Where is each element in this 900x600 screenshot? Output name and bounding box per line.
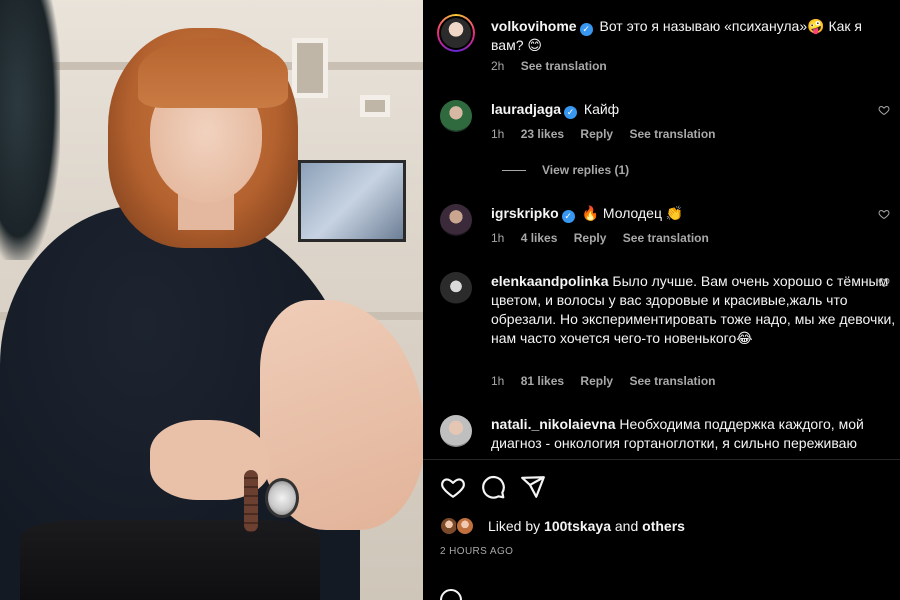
comments-panel: volkovihome ✓ Вот это я называю «психанул… xyxy=(423,0,900,600)
comment-username[interactable]: natali._nikolaievna xyxy=(491,416,616,432)
caption-username[interactable]: volkovihome xyxy=(491,18,577,34)
see-translation-link[interactable]: See translation xyxy=(629,374,715,388)
post-timestamp: 2 HOURS AGO xyxy=(440,546,514,557)
background-plant xyxy=(0,0,60,260)
comment-likes[interactable]: 81 likes xyxy=(521,374,564,388)
comment-likes[interactable]: 23 likes xyxy=(521,127,564,141)
comment-likes[interactable]: 4 likes xyxy=(521,231,558,245)
heart-outline-icon[interactable] xyxy=(440,474,466,500)
liker-avatars xyxy=(440,515,482,537)
bead-bracelet xyxy=(244,470,258,532)
paper-plane-icon[interactable] xyxy=(520,474,546,500)
comment-like-heart-icon[interactable] xyxy=(878,208,890,220)
verified-badge-icon: ✓ xyxy=(564,106,578,119)
reply-button[interactable]: Reply xyxy=(580,374,613,388)
view-replies-button[interactable]: View replies (1) xyxy=(502,163,629,177)
reply-button[interactable]: Reply xyxy=(574,231,607,245)
comment-text: 🔥 Молодец 👏 xyxy=(581,205,684,221)
commenter-avatar[interactable] xyxy=(440,204,472,236)
instagram-post-view: volkovihome ✓ Вот это я называю «психанул… xyxy=(0,0,900,600)
caption-time: 2h xyxy=(491,59,505,73)
liked-by-user[interactable]: 100tskaya xyxy=(544,518,611,534)
comment-text: Кайф xyxy=(583,101,620,117)
reply-button[interactable]: Reply xyxy=(580,127,613,141)
picture-frame xyxy=(360,95,390,117)
background-screen xyxy=(298,160,406,242)
replies-line xyxy=(502,170,526,172)
comment-like-heart-icon[interactable] xyxy=(878,104,890,116)
comment-like-heart-icon[interactable] xyxy=(878,276,890,288)
liker-avatar xyxy=(456,517,474,535)
comment-username[interactable]: elenkaandpolinka xyxy=(491,273,608,289)
liked-by-prefix: Liked by xyxy=(488,518,541,534)
comment-time: 1h xyxy=(491,374,505,388)
verified-badge-icon: ✓ xyxy=(561,210,575,223)
leather-pants xyxy=(20,520,320,600)
commenter-avatar[interactable] xyxy=(440,272,472,304)
author-avatar[interactable] xyxy=(437,14,475,52)
comment-bubble-icon[interactable] xyxy=(480,474,506,500)
view-replies-label: View replies (1) xyxy=(542,163,630,177)
comment-username[interactable]: igrskripko xyxy=(491,205,559,221)
section-divider xyxy=(423,459,900,460)
verified-badge-icon: ✓ xyxy=(579,23,593,36)
commenter-avatar[interactable] xyxy=(440,415,472,447)
emoji-icon[interactable] xyxy=(440,589,462,600)
see-translation-link[interactable]: See translation xyxy=(623,231,709,245)
likes-summary[interactable]: Liked by 100tskaya and others xyxy=(440,515,685,537)
comment-time: 1h xyxy=(491,231,505,245)
hair-bangs xyxy=(138,38,288,108)
add-comment-bar[interactable] xyxy=(440,585,900,600)
post-actions xyxy=(440,474,546,502)
wrist-watch xyxy=(265,478,299,518)
see-translation-link[interactable]: See translation xyxy=(521,59,607,73)
see-translation-link[interactable]: See translation xyxy=(629,127,715,141)
comment-time: 1h xyxy=(491,127,505,141)
comment-username[interactable]: lauradjaga xyxy=(491,101,561,117)
liked-by-connector: and xyxy=(614,518,639,534)
comments-list[interactable]: volkovihome ✓ Вот это я называю «психанул… xyxy=(423,0,900,458)
liked-by-others[interactable]: others xyxy=(642,518,685,534)
commenter-avatar[interactable] xyxy=(440,100,472,132)
picture-frame xyxy=(292,38,328,98)
post-photo[interactable] xyxy=(0,0,423,600)
